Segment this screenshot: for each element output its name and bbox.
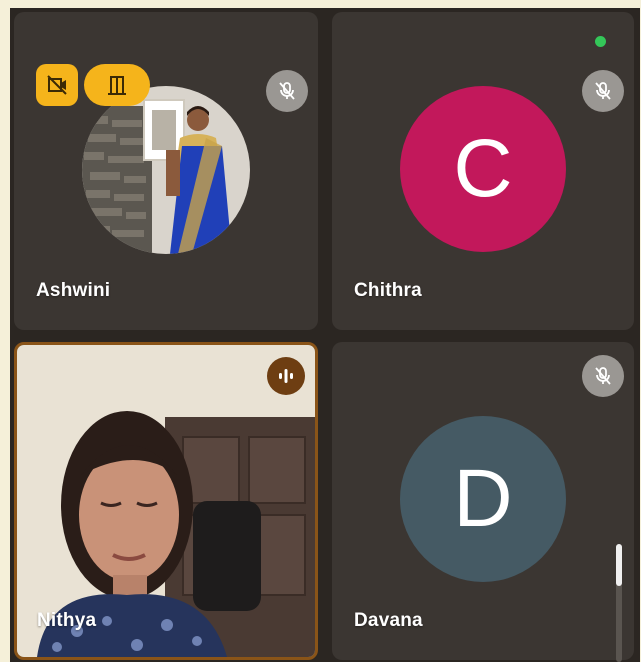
mic-off-indicator <box>582 70 624 112</box>
participant-name: Nithya <box>37 610 97 631</box>
participant-name: Chithra <box>354 280 422 301</box>
mic-off-icon <box>595 82 611 100</box>
participant-tile-chithra[interactable]: C Chithra <box>332 12 634 330</box>
video-off-badge[interactable] <box>36 64 78 106</box>
mic-off-icon <box>279 82 295 100</box>
mic-off-indicator <box>582 355 624 397</box>
audio-wave-icon <box>279 369 293 383</box>
scrollbar-thumb[interactable] <box>616 544 622 586</box>
participant-name: Davana <box>354 610 423 631</box>
speaking-indicator <box>267 357 305 395</box>
mic-off-icon <box>595 367 611 385</box>
avatar: D <box>400 416 566 582</box>
mic-off-indicator <box>266 70 308 112</box>
participant-tile-davana[interactable]: D Davana <box>332 342 634 660</box>
door-icon <box>108 76 126 95</box>
avatar: C <box>400 86 566 252</box>
scrollbar[interactable] <box>616 544 622 662</box>
participant-tile-nithya[interactable]: Nithya <box>14 342 318 660</box>
participant-tile-ashwini[interactable]: Ashwini <box>14 12 318 330</box>
active-indicator <box>595 36 606 47</box>
video-off-icon <box>47 75 67 95</box>
participant-name: Ashwini <box>36 280 111 301</box>
door-badge[interactable] <box>84 64 150 106</box>
participant-photo <box>82 86 250 254</box>
